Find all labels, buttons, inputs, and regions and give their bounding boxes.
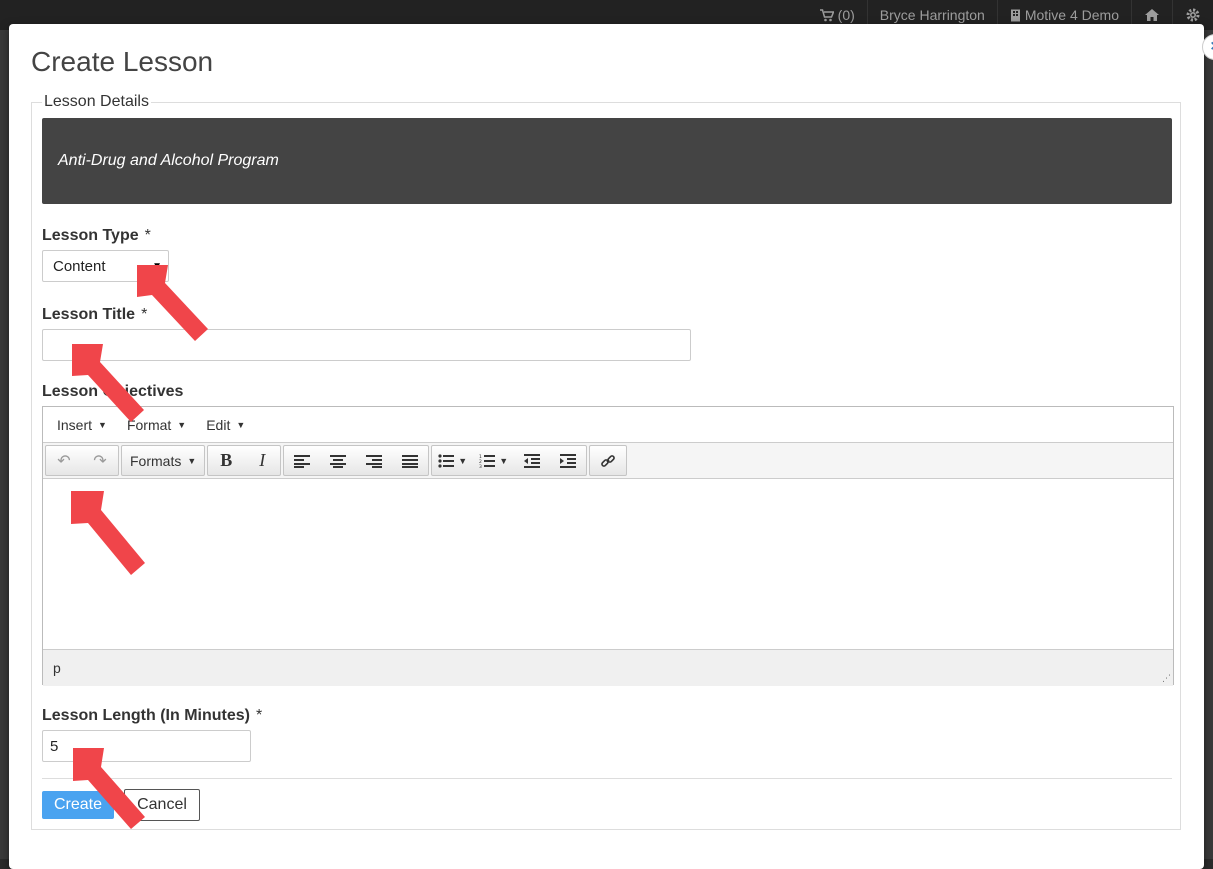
menu-format-label: Format [126, 416, 172, 433]
cancel-button[interactable]: Cancel [124, 789, 200, 821]
form-divider [42, 778, 1172, 779]
lesson-objectives-label: Lesson Objectives [42, 383, 183, 401]
caret-down-icon: ▼ [236, 419, 246, 430]
caret-down-icon: ▼ [98, 419, 107, 430]
svg-text:3: 3 [479, 464, 482, 468]
lesson-type-label: Lesson Type * [42, 227, 151, 245]
required-marker: * [256, 707, 263, 724]
editor-toolbar: ↶ ↷ Formats ▼ B I ▼ 1 2 3 ▼ [43, 443, 1173, 479]
align-left-button[interactable] [284, 446, 320, 475]
rich-text-editor: Insert ▼ Format ▼ Edit ▼ ↶ ↷ Formats ▼ B I [42, 406, 1174, 686]
element-path[interactable]: p [53, 660, 61, 676]
caret-down-icon: ▼ [152, 260, 162, 272]
editor-content-area[interactable] [43, 479, 1173, 650]
align-center-icon [330, 454, 347, 468]
align-justify-icon [402, 454, 419, 468]
indent-icon [560, 453, 577, 468]
lesson-title-label-text: Lesson Title [42, 306, 136, 323]
link-icon [601, 454, 615, 467]
lesson-type-select[interactable]: Content ▼ [42, 250, 169, 282]
numbered-list-button[interactable]: 123 ▼ [473, 446, 514, 475]
editor-menubar: Insert ▼ Format ▼ Edit ▼ [43, 407, 1173, 443]
lesson-details-fieldset: Lesson Details Anti-Drug and Alcohol Pro… [31, 93, 1181, 830]
cart-icon [819, 8, 834, 21]
lesson-title-input[interactable] [42, 329, 691, 361]
bullet-list-icon [438, 453, 455, 468]
lesson-type-value: Content [53, 257, 106, 275]
modal-title: Create Lesson [31, 46, 214, 77]
italic-button[interactable]: I [244, 446, 280, 475]
italic-icon: I [259, 450, 266, 470]
close-icon[interactable]: × [1202, 34, 1213, 60]
style-group: B I [207, 445, 282, 476]
insert-link-button[interactable] [590, 446, 626, 475]
caret-down-icon: ▼ [499, 455, 509, 466]
outdent-button[interactable] [514, 446, 550, 475]
align-center-button[interactable] [320, 446, 356, 475]
numbered-list-icon: 123 [479, 454, 496, 468]
menu-format[interactable]: Format ▼ [117, 417, 196, 433]
gear-icon [1186, 8, 1200, 22]
user-name: Bryce Harrington [879, 7, 985, 23]
align-justify-button[interactable] [392, 446, 428, 475]
align-right-icon [366, 454, 383, 468]
align-left-icon [294, 454, 311, 468]
resize-handle-icon[interactable]: ⋰ [1162, 673, 1171, 684]
outdent-icon [524, 453, 541, 468]
lesson-objectives-label-text: Lesson Objectives [42, 383, 184, 400]
undo-button[interactable]: ↶ [46, 446, 82, 475]
fieldset-legend: Lesson Details [42, 93, 151, 111]
redo-icon: ↷ [93, 452, 107, 470]
formats-label: Formats [130, 452, 182, 469]
menu-insert[interactable]: Insert ▼ [47, 417, 117, 433]
caret-down-icon: ▼ [187, 455, 197, 466]
menu-insert-label: Insert [57, 416, 93, 433]
menu-edit[interactable]: Edit ▼ [196, 417, 255, 433]
redo-button[interactable]: ↷ [82, 446, 118, 475]
lesson-length-input[interactable]: 5 [42, 730, 251, 762]
caret-down-icon: ▼ [177, 419, 187, 430]
link-group [589, 445, 628, 476]
caret-down-icon: ▼ [458, 455, 468, 466]
formats-dropdown[interactable]: Formats ▼ [122, 446, 204, 475]
lesson-type-label-text: Lesson Type [42, 227, 139, 244]
lesson-length-label-text: Lesson Length (In Minutes) [42, 707, 250, 724]
program-banner: Anti-Drug and Alcohol Program [42, 118, 1172, 204]
bold-button[interactable]: B [208, 446, 244, 475]
lesson-length-label: Lesson Length (In Minutes) * [42, 707, 262, 725]
home-icon [1145, 9, 1159, 21]
cart-count: (0) [837, 7, 855, 23]
editor-statusbar: p ⋰ [43, 650, 1173, 686]
create-button[interactable]: Create [42, 791, 114, 819]
align-group [283, 445, 430, 476]
undo-icon: ↶ [57, 452, 71, 470]
indent-button[interactable] [550, 446, 586, 475]
lesson-length-value: 5 [50, 737, 59, 755]
bold-icon: B [220, 450, 233, 470]
lesson-title-label: Lesson Title * [42, 306, 147, 324]
menu-edit-label: Edit [206, 416, 231, 433]
align-right-button[interactable] [356, 446, 392, 475]
program-name: Anti-Drug and Alcohol Program [58, 152, 279, 169]
create-lesson-modal: Create Lesson Lesson Details Anti-Drug a… [9, 24, 1213, 869]
list-group: ▼ 123 ▼ [431, 445, 588, 476]
bullet-list-button[interactable]: ▼ [432, 446, 473, 475]
building-icon [1010, 9, 1020, 21]
formats-group: Formats ▼ [121, 445, 206, 476]
history-group: ↶ ↷ [45, 445, 119, 476]
org-name: Motive 4 Demo [1024, 7, 1119, 23]
required-marker: * [144, 227, 151, 244]
required-marker: * [141, 306, 148, 323]
